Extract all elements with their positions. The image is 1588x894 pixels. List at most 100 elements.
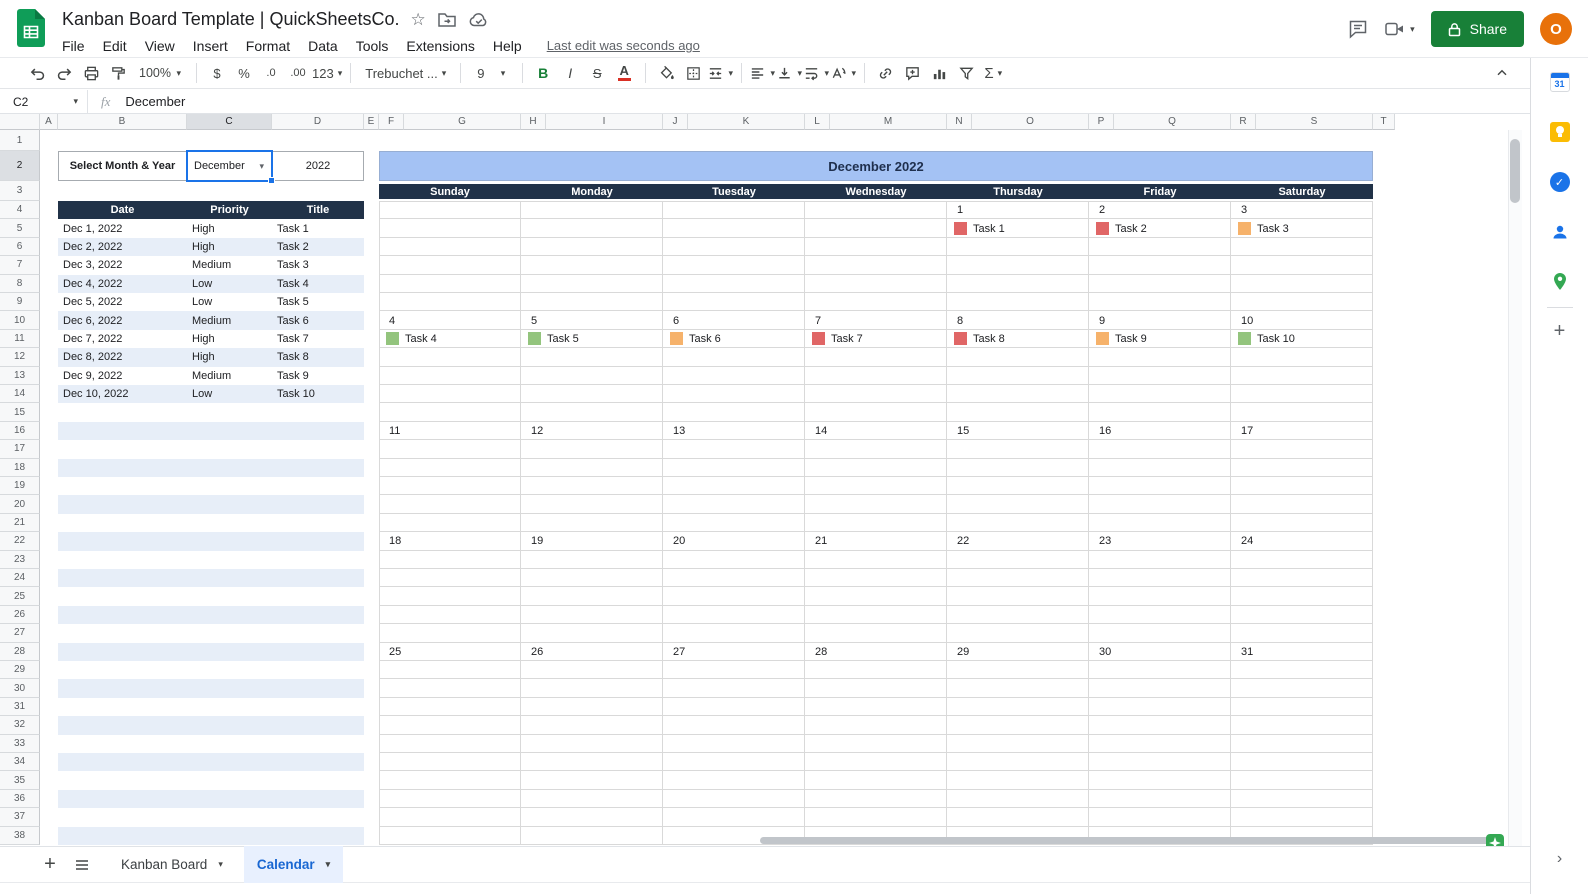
calendar-cell[interactable] [1089, 808, 1231, 827]
document-title[interactable]: Kanban Board Template | QuickSheetsCo. [62, 9, 400, 30]
decrease-decimals-button[interactable]: .0 [258, 61, 284, 85]
row-header-19[interactable]: 19 [0, 477, 40, 496]
calendar-cell[interactable] [947, 550, 1089, 569]
horizontal-scrollbar-thumb[interactable] [760, 837, 1504, 844]
calendar-cell[interactable] [1231, 808, 1373, 827]
calendar-cell[interactable] [663, 716, 805, 735]
calendar-cell[interactable] [521, 256, 663, 275]
formula-input[interactable]: December [125, 94, 185, 109]
menu-help[interactable]: Help [484, 36, 531, 56]
task-priority-cell[interactable]: High [187, 348, 272, 366]
row-band[interactable] [58, 716, 364, 735]
calendar-cell[interactable] [379, 587, 521, 606]
calendar-cell[interactable] [379, 550, 521, 569]
calendar-cell[interactable] [805, 808, 947, 827]
table-header-cell[interactable]: Priority [187, 201, 272, 220]
calendar-cell[interactable] [521, 403, 663, 422]
calendar-cell[interactable] [379, 440, 521, 459]
column-header-N[interactable]: N [947, 114, 972, 130]
calendar-cell[interactable] [805, 440, 947, 459]
column-header-C[interactable]: C [187, 114, 272, 130]
row-header-1[interactable]: 1 [0, 130, 40, 151]
calendar-cell[interactable] [805, 569, 947, 588]
calendar-cell[interactable] [1089, 624, 1231, 643]
calendar-cell[interactable] [379, 697, 521, 717]
calendar-cell[interactable] [521, 679, 663, 698]
calendar-cell[interactable] [1089, 403, 1231, 422]
task-priority-cell[interactable]: High [187, 219, 272, 237]
calendar-cell[interactable] [521, 348, 663, 367]
calendar-cell[interactable] [947, 661, 1089, 680]
calendar-cell[interactable] [521, 734, 663, 753]
calendar-cell[interactable] [521, 624, 663, 643]
column-header-M[interactable]: M [830, 114, 947, 130]
calendar-cell[interactable] [1089, 605, 1231, 625]
calendar-cell[interactable] [1089, 661, 1231, 680]
calendar-cell[interactable] [947, 256, 1089, 275]
row-band[interactable] [58, 458, 364, 477]
calendar-cell[interactable] [379, 403, 521, 422]
calendar-cell[interactable] [1231, 293, 1373, 312]
task-date-cell[interactable]: Dec 10, 2022 [58, 385, 187, 403]
calendar-cell[interactable] [947, 348, 1089, 367]
task-title-cell[interactable]: Task 4 [272, 275, 364, 293]
calendar-cell[interactable] [805, 458, 947, 477]
calendar-cell[interactable] [379, 274, 521, 293]
calendar-day-header[interactable]: Thursday [947, 184, 1089, 199]
calendar-cell[interactable] [1231, 385, 1373, 404]
row-header-28[interactable]: 28 [0, 642, 40, 661]
text-rotation-button[interactable]: ▾ [830, 61, 856, 85]
calendar-cell[interactable] [379, 201, 521, 220]
menu-extensions[interactable]: Extensions [397, 36, 483, 56]
calendar-cell[interactable] [663, 605, 805, 625]
calendar-cell[interactable] [1231, 440, 1373, 459]
row-band[interactable] [58, 826, 364, 845]
calendar-cell[interactable] [521, 219, 663, 238]
calendar-cell[interactable] [663, 569, 805, 588]
insert-comment-button[interactable] [899, 61, 925, 85]
calendar-cell[interactable] [1089, 237, 1231, 257]
column-header-H[interactable]: H [521, 114, 546, 130]
calendar-cell[interactable] [379, 808, 521, 827]
calendar-cell[interactable] [1089, 513, 1231, 533]
calendar-day-header[interactable]: Wednesday [805, 184, 947, 199]
calendar-cell[interactable] [521, 495, 663, 514]
calendar-cell[interactable] [663, 440, 805, 459]
calendar-cell[interactable] [805, 734, 947, 753]
column-header-L[interactable]: L [805, 114, 830, 130]
hide-toolbar-button[interactable] [1489, 61, 1515, 85]
calendar-cell[interactable] [1231, 753, 1373, 772]
task-date-cell[interactable]: Dec 4, 2022 [58, 275, 187, 293]
row-header-20[interactable]: 20 [0, 495, 40, 514]
row-band[interactable] [58, 679, 364, 698]
row-header-2[interactable]: 2 [0, 151, 40, 181]
star-icon[interactable]: ☆ [411, 11, 426, 28]
calendar-cell[interactable] [663, 366, 805, 385]
calendar-cell[interactable] [947, 403, 1089, 422]
insert-chart-button[interactable] [926, 61, 952, 85]
calendar-cell[interactable] [521, 771, 663, 790]
calendar-cell[interactable] [947, 366, 1089, 385]
calendar-cell[interactable] [947, 679, 1089, 698]
calendar-cell[interactable] [1089, 274, 1231, 293]
increase-decimals-button[interactable]: .00 [285, 61, 311, 85]
calendar-cell[interactable] [521, 753, 663, 772]
calendar-cell[interactable] [947, 716, 1089, 735]
text-wrap-button[interactable]: ▾ [803, 61, 829, 85]
task-title-cell[interactable]: Task 2 [272, 238, 364, 256]
column-header-R[interactable]: R [1231, 114, 1256, 130]
calendar-day-header[interactable]: Sunday [379, 184, 521, 199]
calendar-cell[interactable] [947, 477, 1089, 496]
format-percent-button[interactable]: % [231, 61, 257, 85]
row-band[interactable] [58, 605, 364, 625]
calendar-cell[interactable] [663, 661, 805, 680]
calendar-cell[interactable] [521, 569, 663, 588]
calendar-app-icon[interactable]: 31 [1549, 71, 1571, 93]
calendar-cell[interactable] [379, 734, 521, 753]
comment-history-icon[interactable] [1348, 19, 1368, 39]
grid-corner[interactable] [0, 114, 40, 130]
calendar-cell[interactable] [947, 771, 1089, 790]
row-band[interactable] [58, 789, 364, 809]
calendar-cell[interactable] [1231, 477, 1373, 496]
menu-tools[interactable]: Tools [347, 36, 398, 56]
